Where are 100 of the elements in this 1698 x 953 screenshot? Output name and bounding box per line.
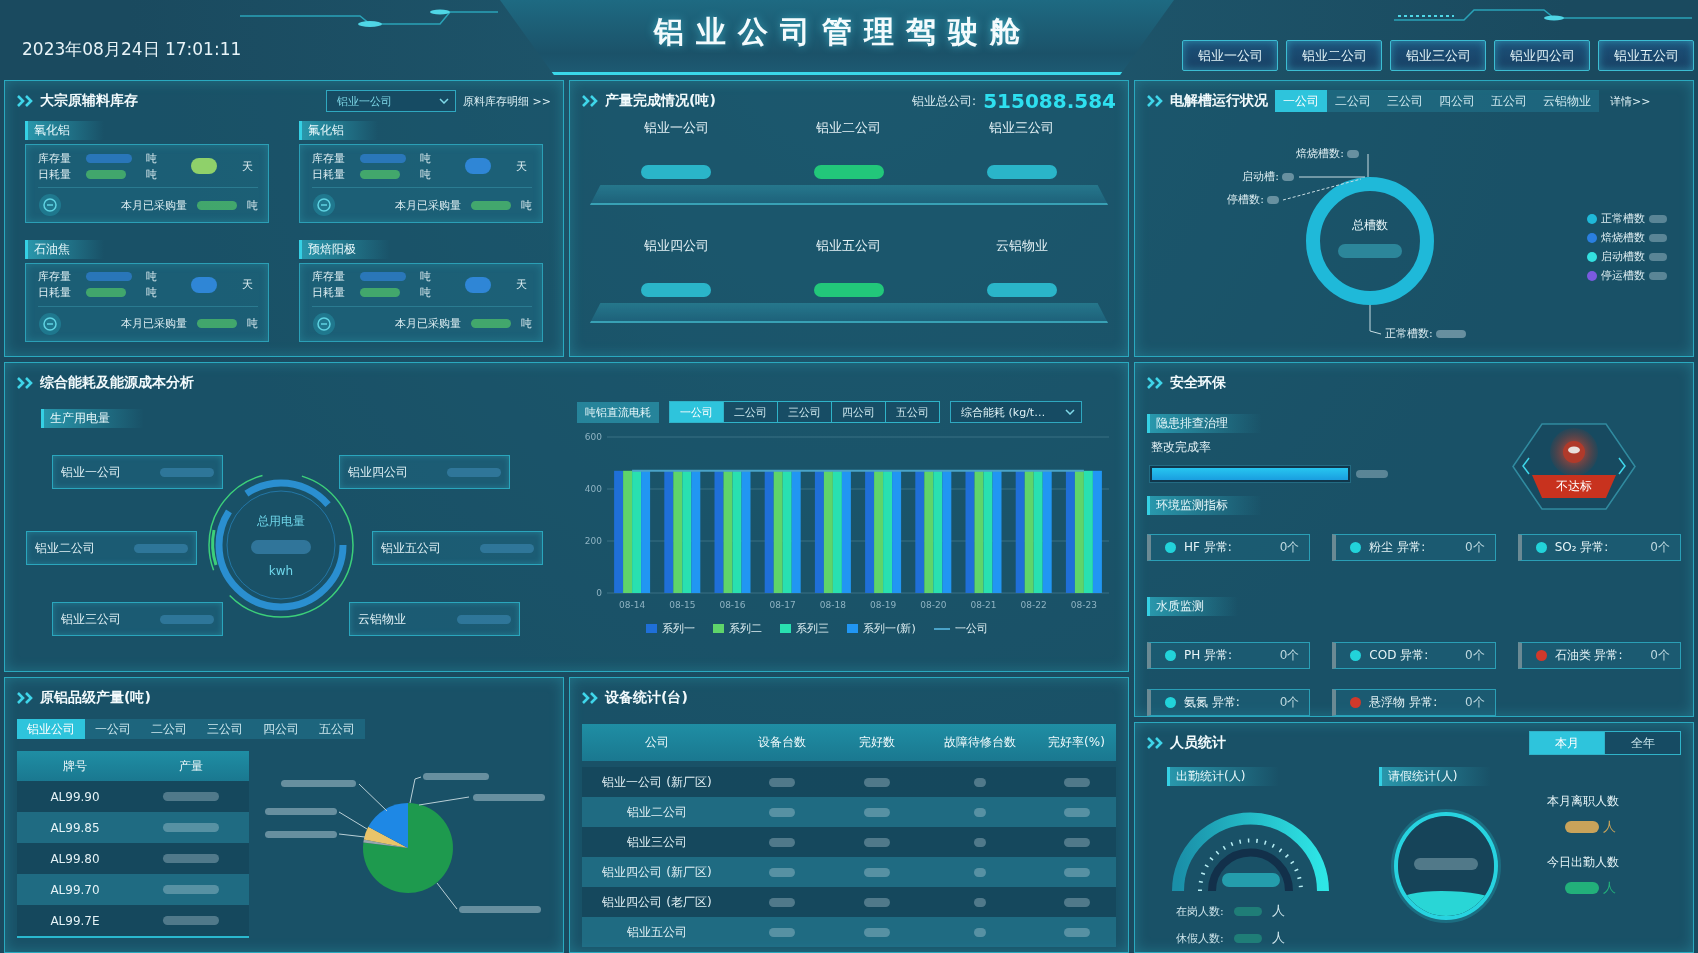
blurred-value: [1063, 927, 1090, 937]
company-tab[interactable]: 三公司: [778, 402, 832, 422]
blurred-value: [163, 823, 219, 832]
unit-label: 吨: [146, 166, 158, 182]
blurred-value: [163, 885, 219, 894]
monitor-count: 0个: [1279, 539, 1300, 556]
blurred-value: [1063, 807, 1090, 817]
legend-label: 系列三: [796, 621, 830, 636]
legend-label: 系列一(新): [863, 621, 916, 636]
company-tab[interactable]: 云铝物业: [1535, 90, 1599, 112]
blurred-value: [1233, 933, 1262, 943]
monitor-label: 悬浮物 异常:: [1369, 694, 1438, 711]
company-button[interactable]: 铝业一公司: [1182, 40, 1278, 71]
panel-title: 安全环保: [1170, 374, 1226, 392]
company-tab[interactable]: 三公司: [197, 719, 253, 739]
blurred-value: [86, 288, 126, 297]
axis-tick-label: 0: [596, 588, 602, 598]
blurred-value: [163, 792, 219, 801]
purchase-label: 本月已采购量: [395, 316, 461, 331]
company-tab[interactable]: 二公司: [141, 719, 197, 739]
table-cell: AL99.80: [50, 851, 100, 866]
legend-label: 停运槽数: [1601, 268, 1645, 283]
company-name: 铝业二公司: [35, 539, 95, 557]
monitor-count: 0个: [1465, 694, 1485, 711]
company-tab[interactable]: 五公司: [1483, 90, 1535, 112]
blurred-value: [360, 288, 400, 297]
column-header: 产量: [179, 757, 203, 775]
axis-tick-label: 08-17: [769, 600, 796, 610]
detail-link[interactable]: 详情>>: [1610, 93, 1651, 109]
blurred-value: [86, 169, 126, 179]
stock-label: 库存量: [38, 150, 72, 166]
blurred-value: [973, 777, 986, 787]
unit-label: 吨: [420, 285, 432, 300]
company-name: 铝业四公司: [643, 237, 709, 255]
blurred-value: [163, 916, 219, 925]
company-tab[interactable]: 一公司: [85, 719, 141, 739]
panel-title: 大宗原辅料库存: [40, 92, 138, 110]
blurred-value: [769, 867, 795, 877]
panel-title: 电解槽运行状况: [1170, 92, 1268, 110]
blurred-value: [86, 153, 132, 163]
company-tab[interactable]: 五公司: [886, 402, 939, 422]
stat-label: 今日出勤人数: [1547, 854, 1620, 871]
blurred-value: [86, 272, 132, 281]
double-chevron-icon: [582, 692, 598, 704]
company-tab[interactable]: 四公司: [253, 719, 309, 739]
metric-select[interactable]: 综合能耗 (kg/t…: [950, 401, 1082, 423]
unit-label: 天: [516, 158, 528, 174]
company-tab[interactable]: 四公司: [832, 402, 886, 422]
company-tab[interactable]: 四公司: [1431, 90, 1483, 112]
company-name: 铝业三公司: [61, 610, 121, 628]
unit-label: 人: [1603, 879, 1616, 897]
table-cell: AL99.90: [50, 789, 100, 804]
blurred-value: [1649, 271, 1667, 280]
double-chevron-icon: [17, 692, 33, 704]
column-header: 设备台数: [758, 734, 806, 751]
monitor-count: 0个: [1650, 539, 1670, 556]
company-tab[interactable]: 二公司: [1327, 90, 1379, 112]
company-button[interactable]: 铝业四公司: [1494, 40, 1590, 71]
blurred-value: [769, 837, 795, 847]
blurred-value: [973, 897, 986, 907]
period-tab[interactable]: 全年: [1605, 732, 1680, 754]
axis-tick-label: 08-14: [619, 600, 646, 610]
stat-label: 本月离职人数: [1547, 793, 1620, 810]
panel-title: 设备统计(台): [605, 689, 688, 707]
axis-tick-label: 08-18: [819, 600, 846, 610]
double-chevron-icon: [1147, 95, 1163, 107]
monitor-label: 粉尘 异常:: [1369, 539, 1426, 556]
callout-label: 启动槽:: [1242, 169, 1279, 184]
table-cell: 铝业二公司: [627, 803, 687, 821]
legend-label: 焙烧槽数: [1601, 230, 1645, 245]
company-select[interactable]: 铝业一公司: [326, 90, 457, 112]
company-tab[interactable]: 三公司: [1379, 90, 1431, 112]
column-header: 完好数: [859, 734, 895, 751]
company-button[interactable]: 铝业二公司: [1286, 40, 1382, 71]
monitor-count: 0个: [1279, 647, 1300, 664]
company-button[interactable]: 铝业五公司: [1598, 40, 1694, 71]
chart-label: 吨铝直流电耗: [577, 401, 659, 423]
monitor-count: 0个: [1279, 694, 1300, 711]
blurred-value: [1414, 858, 1478, 870]
legend-label: 系列二: [729, 621, 763, 636]
blurred-value: [864, 837, 890, 847]
unit-label: 人: [1271, 929, 1285, 947]
company-tab[interactable]: 二公司: [724, 402, 778, 422]
panel-title: 综合能耗及能源成本分析: [40, 374, 194, 392]
table-cell: 铝业四公司 (新厂区): [602, 863, 712, 881]
company-name: 云铝物业: [358, 610, 406, 628]
unit-label: 天: [516, 277, 528, 292]
blurred-value: [864, 927, 890, 937]
caret-icon: [1065, 409, 1075, 415]
blurred-value: [864, 867, 890, 877]
detail-link[interactable]: 原料库存明细 >>: [463, 93, 551, 109]
blurred-value: [1063, 867, 1090, 877]
purchase-label: 本月已采购量: [395, 197, 461, 213]
ring-icon: [38, 311, 62, 336]
axis-tick-label: 08-20: [920, 600, 947, 610]
monitor-label: HF 异常:: [1184, 539, 1232, 556]
stat-label: 休假人数:: [1176, 930, 1224, 946]
axis-tick-label: 08-15: [669, 600, 696, 610]
company-tab[interactable]: 五公司: [309, 719, 365, 739]
company-button[interactable]: 铝业三公司: [1390, 40, 1486, 71]
